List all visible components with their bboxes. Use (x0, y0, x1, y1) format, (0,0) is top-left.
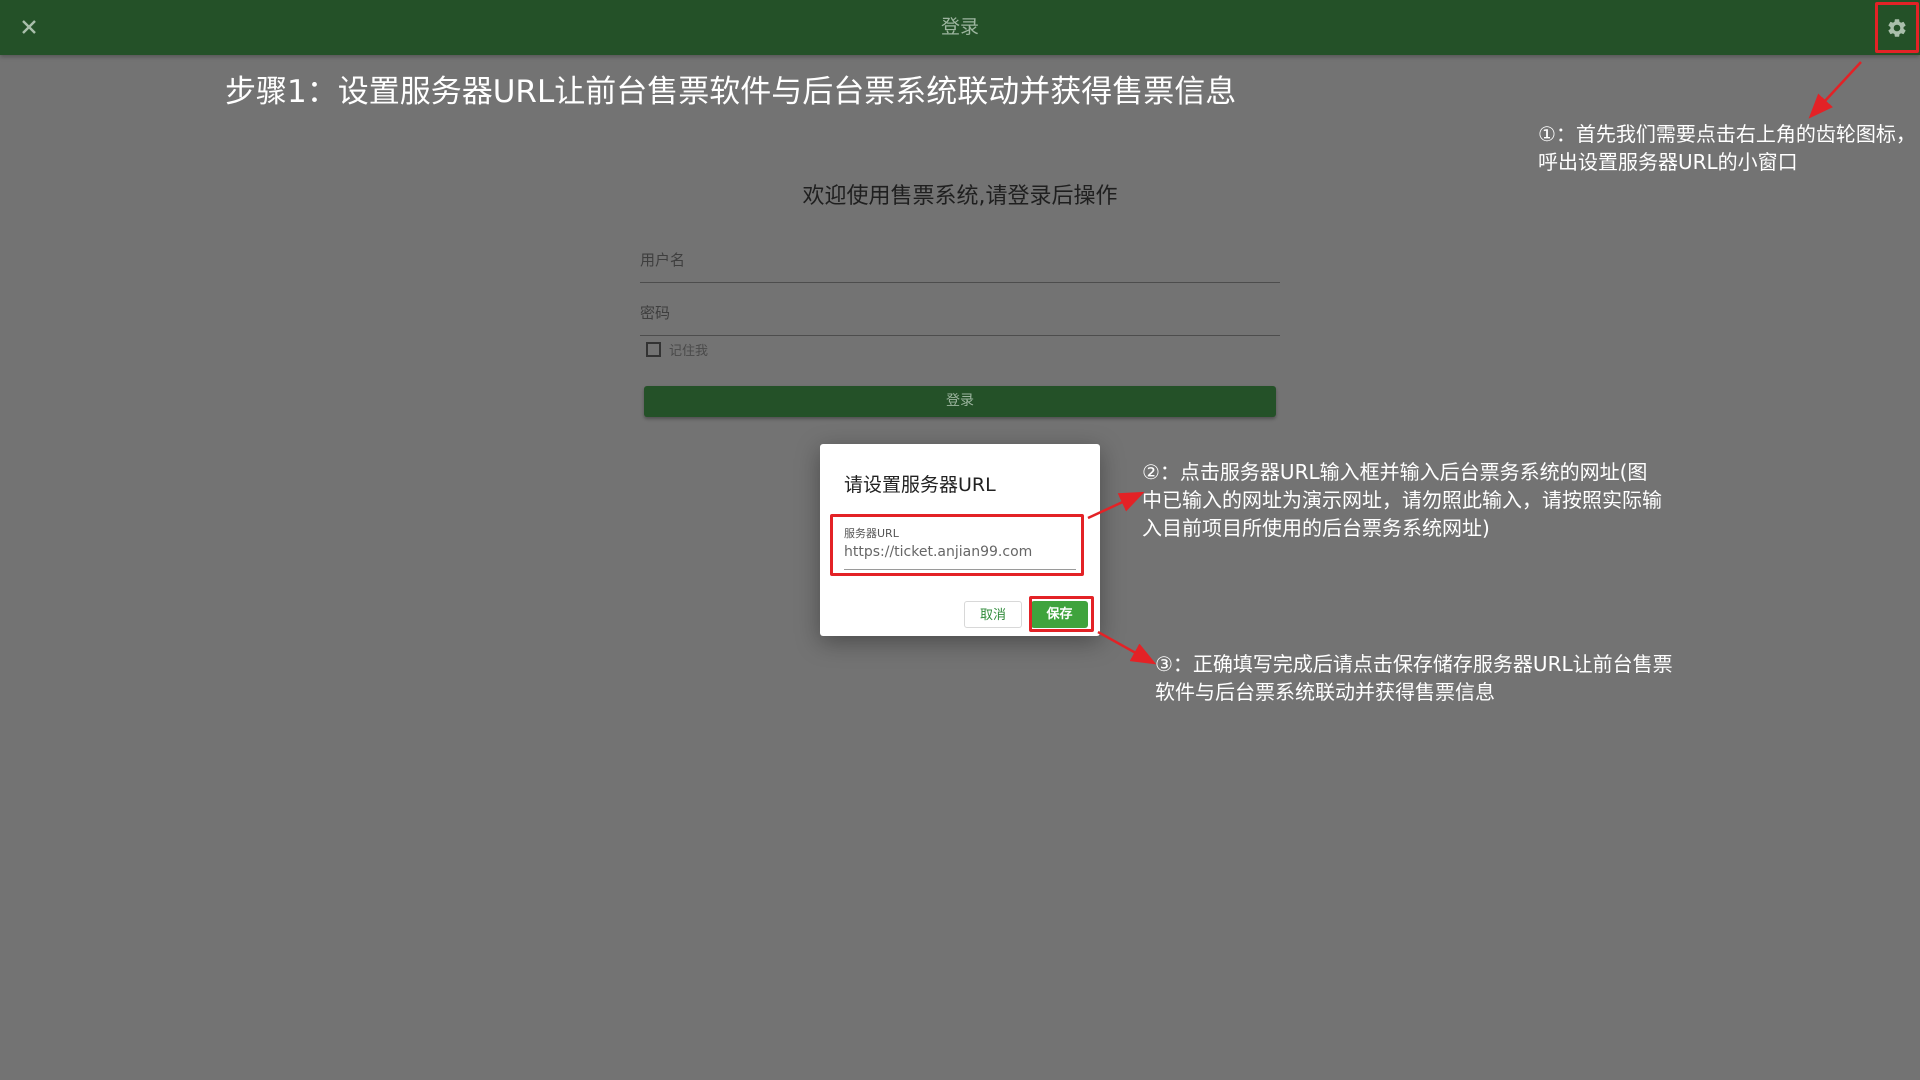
step-heading: 步骤1：设置服务器URL让前台售票软件与后台票系统联动并获得售票信息 (225, 74, 1237, 110)
title-bar: 登录 (0, 0, 1920, 55)
cancel-button[interactable]: 取消 (964, 601, 1022, 628)
server-url-label: 服务器URL (844, 527, 899, 540)
arrow-1 (1808, 61, 1862, 119)
username-field[interactable] (640, 240, 1280, 283)
login-button[interactable]: 登录 (644, 386, 1276, 417)
annotation-note-3: ③：正确填写完成后请点击保存储存服务器URL让前台售票软件与后台票系统联动并获得… (1155, 652, 1673, 704)
dialog-title: 请设置服务器URL (844, 474, 996, 496)
welcome-text: 欢迎使用售票系统,请登录后操作 (802, 184, 1118, 209)
password-input[interactable] (640, 293, 1280, 333)
remember-checkbox[interactable] (646, 342, 661, 357)
window-title: 登录 (940, 16, 979, 38)
server-url-input[interactable] (844, 541, 1076, 563)
server-url-field[interactable]: 服务器URL (844, 525, 1076, 570)
settings-button[interactable] (1877, 6, 1917, 50)
remember-label: 记住我 (669, 344, 709, 359)
annotation-note-2: ②：点击服务器URL输入框并输入后台票务系统的网址(图中已输入的网址为演示网址，… (1142, 460, 1662, 540)
close-button[interactable] (14, 12, 44, 42)
username-input[interactable] (640, 240, 1280, 280)
close-icon (22, 20, 36, 34)
annotation-note-1: ①：首先我们需要点击右上角的齿轮图标，呼出设置服务器URL的小窗口 (1538, 122, 1916, 174)
remember-me[interactable]: 记住我 (646, 340, 708, 359)
password-field[interactable] (640, 293, 1280, 336)
arrow-3 (1097, 630, 1157, 665)
gear-icon (1888, 19, 1906, 37)
server-url-dialog: 请设置服务器URL 服务器URL 取消 保存 (820, 444, 1100, 636)
save-button[interactable]: 保存 (1031, 601, 1088, 628)
